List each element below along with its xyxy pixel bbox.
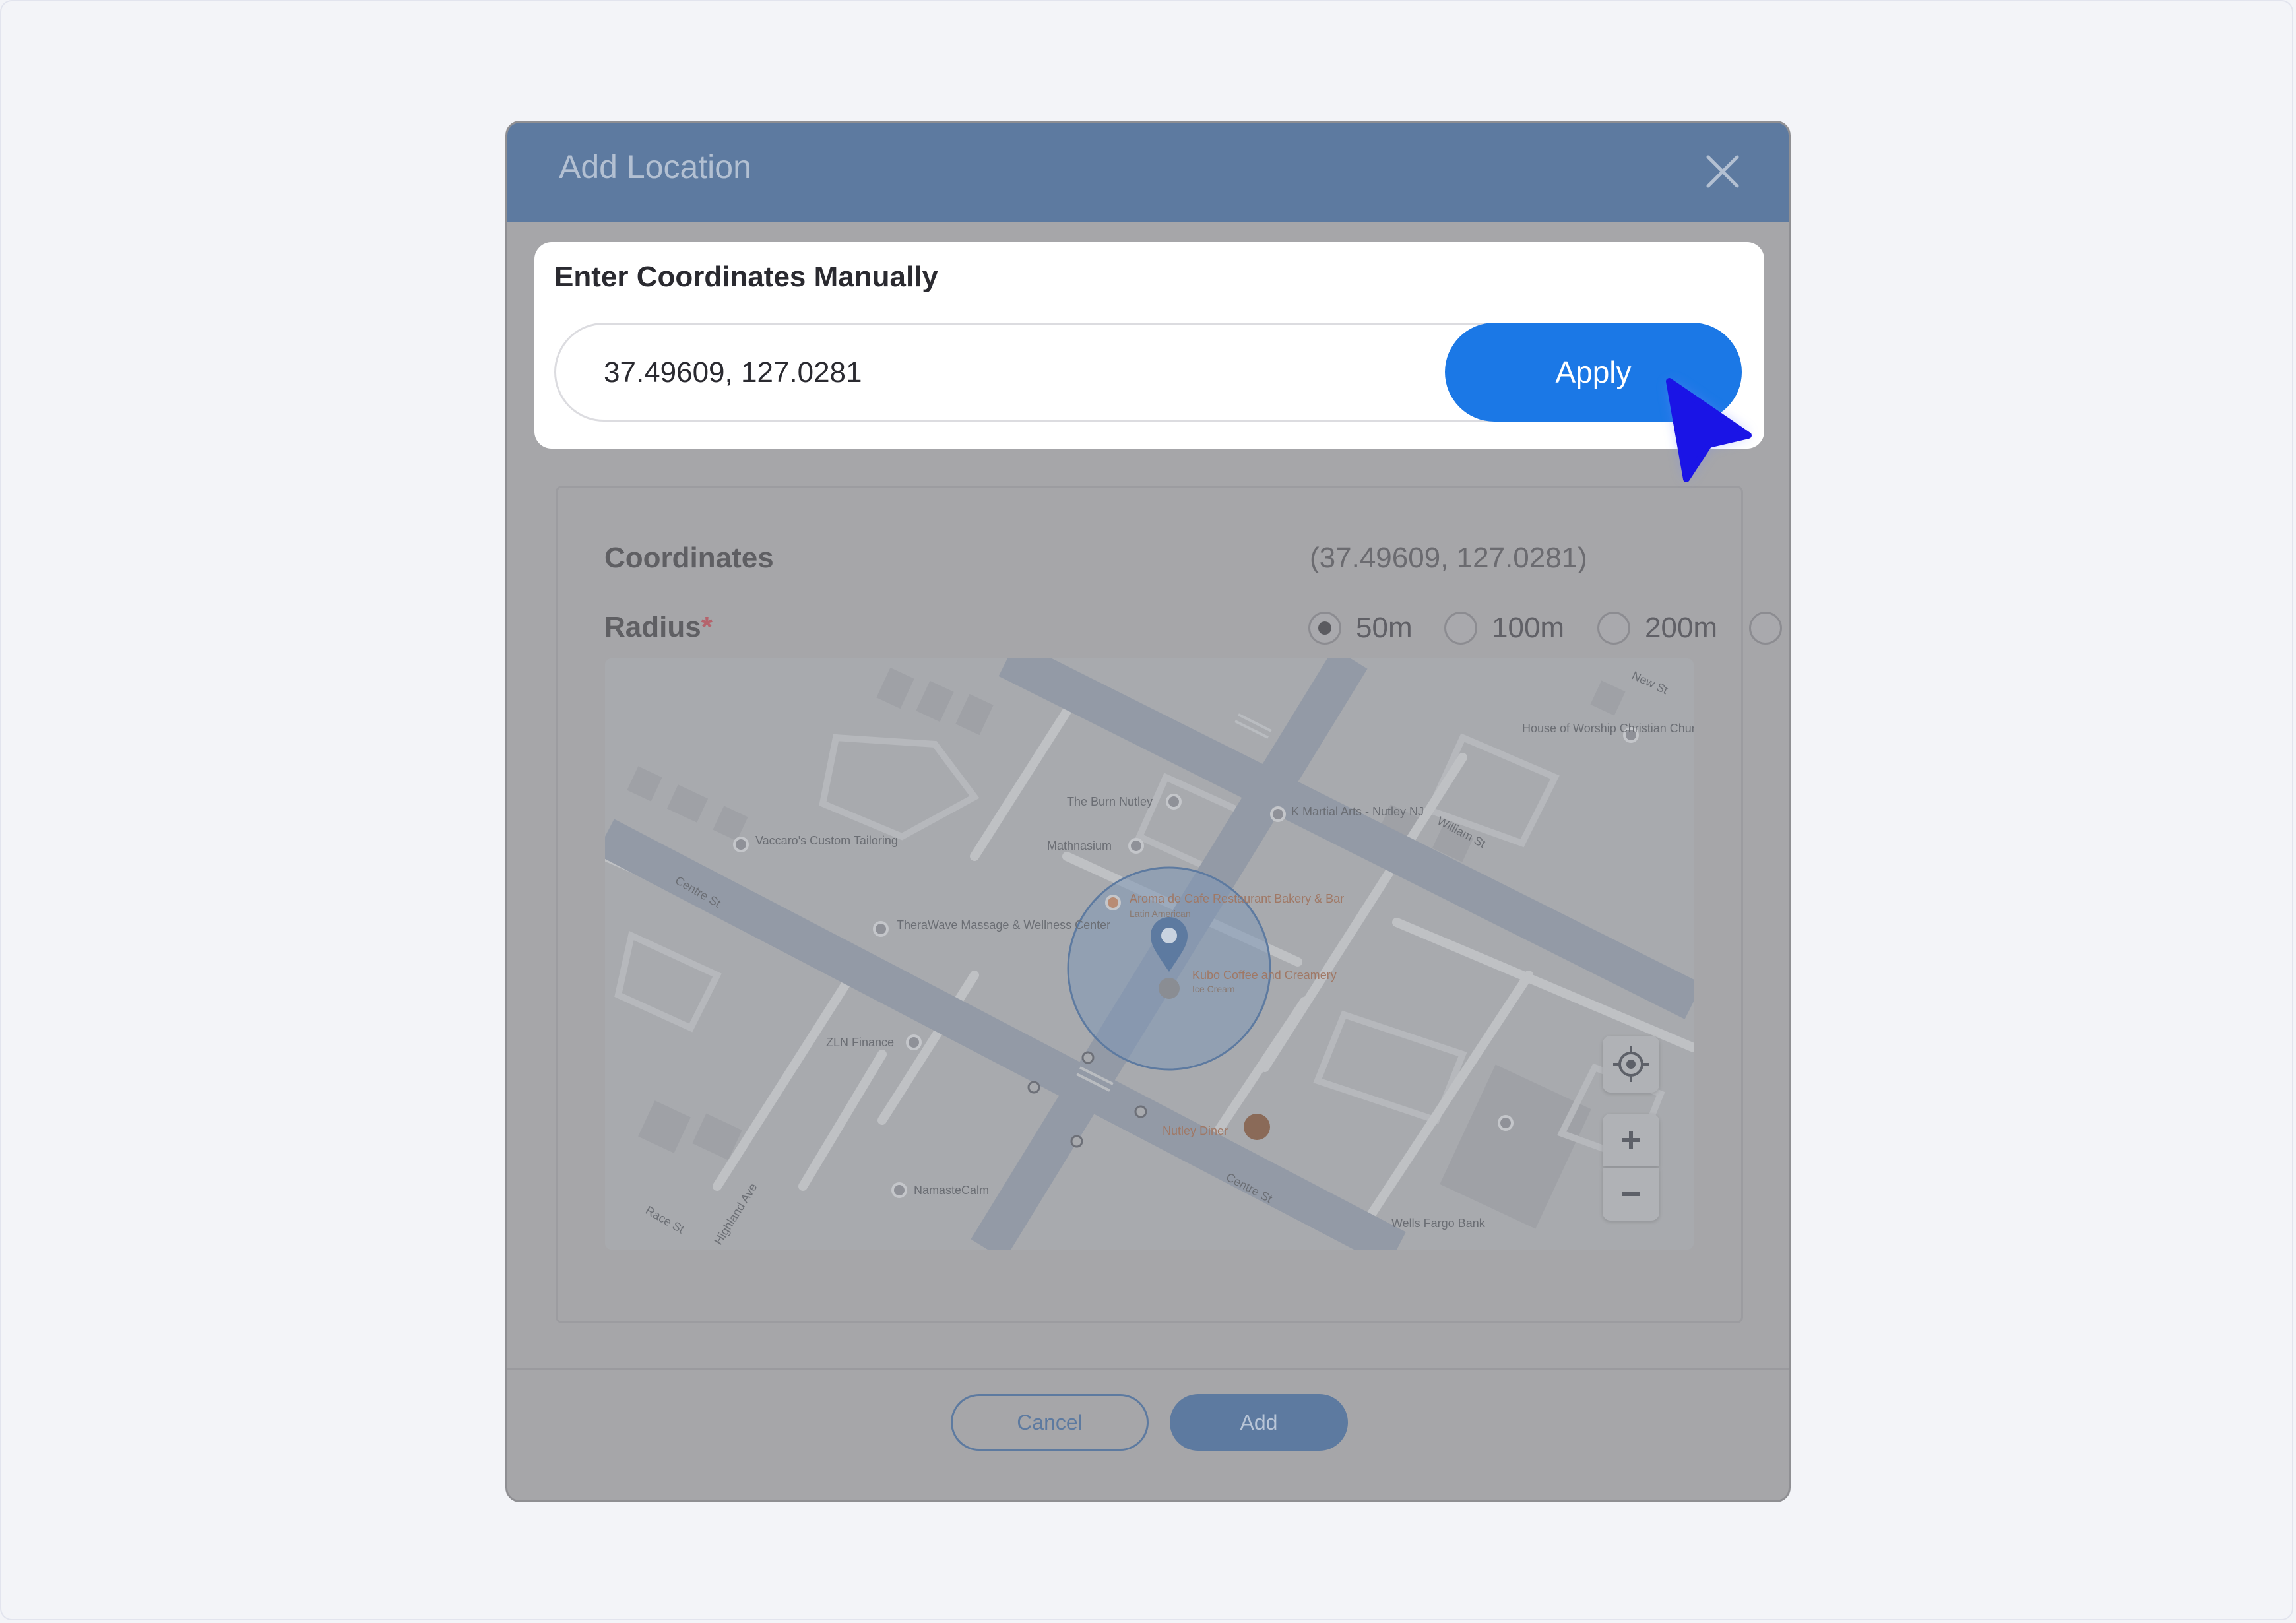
- radio-label: 50m: [1356, 612, 1413, 644]
- radius-option-200m[interactable]: 200m: [1597, 608, 1717, 648]
- plus-icon: [1622, 1131, 1640, 1149]
- radio-circle: [1308, 612, 1341, 645]
- radius-option-100m[interactable]: 100m: [1444, 608, 1564, 648]
- radius-label-text: Radius: [604, 611, 701, 643]
- map-canvas: House of Worship Christian Church The Bu…: [605, 658, 1694, 1250]
- crosshair-icon: [1613, 1046, 1649, 1082]
- map-view[interactable]: House of Worship Christian Church The Bu…: [605, 658, 1694, 1250]
- map-label: Kubo Coffee and Creamery: [1192, 969, 1337, 982]
- map-label: K Martial Arts - Nutley NJ: [1291, 805, 1424, 818]
- add-button[interactable]: Add: [1170, 1394, 1348, 1451]
- required-mark: *: [701, 611, 713, 643]
- map-label: Ice Cream: [1192, 984, 1235, 994]
- map-label: Mathnasium: [1047, 839, 1112, 852]
- dialog-header: Add Location: [507, 123, 1789, 222]
- zoom-in-button[interactable]: [1603, 1114, 1659, 1166]
- radio-circle: [1597, 612, 1630, 645]
- dialog-title: Add Location: [559, 148, 751, 185]
- radius-label: Radius*: [604, 611, 713, 644]
- map-label: TheraWave Massage & Wellness Center: [897, 918, 1110, 932]
- locate-button[interactable]: [1603, 1036, 1659, 1093]
- radio-circle: [1444, 612, 1477, 645]
- map-label: Nutley Diner: [1163, 1124, 1228, 1137]
- manual-coordinates-card: Enter Coordinates Manually Apply: [534, 242, 1764, 449]
- cursor-pointer-icon: [1666, 378, 1752, 482]
- map-label: NamasteCalm: [914, 1184, 989, 1197]
- manual-coordinates-title: Enter Coordinates Manually: [554, 261, 938, 293]
- map-label: House of Worship Christian Church: [1522, 722, 1694, 735]
- coordinates-input[interactable]: [602, 348, 1397, 397]
- map-label: The Burn Nutley: [1067, 795, 1153, 808]
- coordinates-value: (37.49609, 127.0281): [1310, 542, 1587, 574]
- radio-label: 200m: [1645, 612, 1718, 644]
- coordinates-label: Coordinates: [604, 542, 774, 574]
- map-label: Vaccaro's Custom Tailoring: [755, 834, 898, 847]
- map-label: Wells Fargo Bank: [1391, 1217, 1486, 1230]
- footer-divider: [507, 1368, 1789, 1370]
- zoom-out-button[interactable]: [1603, 1168, 1659, 1221]
- cancel-button[interactable]: Cancel: [951, 1394, 1149, 1451]
- radius-option-300m[interactable]: 300m: [1749, 608, 1789, 648]
- map-label: ZLN Finance: [826, 1036, 894, 1049]
- radio-circle: [1749, 612, 1782, 645]
- map-label: Latin American: [1130, 908, 1191, 919]
- radius-option-50m[interactable]: 50m: [1308, 608, 1413, 648]
- close-icon[interactable]: [1703, 152, 1742, 191]
- map-label: Aroma de Cafe Restaurant Bakery & Bar: [1130, 892, 1344, 905]
- radio-label: 100m: [1492, 612, 1565, 644]
- minus-icon: [1622, 1192, 1640, 1196]
